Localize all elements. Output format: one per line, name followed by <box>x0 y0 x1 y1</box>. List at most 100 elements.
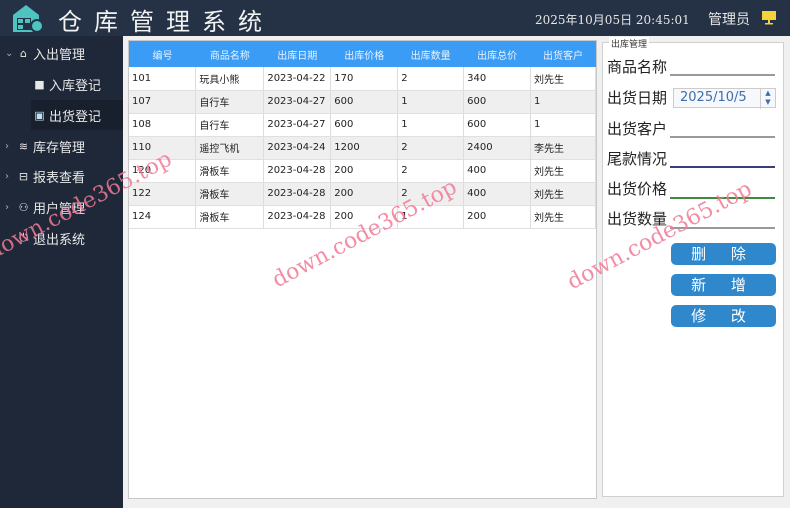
table-cell: 200 <box>330 205 399 229</box>
outbox-icon: ▣ <box>34 108 45 122</box>
sidebar-item-label: 库存管理 <box>33 140 86 156</box>
label-product-name: 商品名称 <box>607 58 668 76</box>
warehouse-logo-icon <box>13 5 44 33</box>
table-cell: 1 <box>530 113 596 137</box>
table-row[interactable]: 110 遥控飞机 2023-04-24 1200 2 2400 李先生 <box>129 136 596 160</box>
table-cell: 滑板车 <box>195 182 265 206</box>
sidebar-item-exit[interactable]: ⏻ 退出系统 <box>0 223 123 253</box>
sidebar-item-users[interactable]: › ⚇ 用户管理 <box>0 192 123 222</box>
sidebar-item-label: 出货登记 <box>49 109 102 125</box>
column-header[interactable]: 出库数量 <box>397 41 464 67</box>
table-cell: 2400 <box>463 136 532 160</box>
table-cell: 2 <box>397 67 465 91</box>
edit-button[interactable]: 修 改 <box>671 305 776 327</box>
table-cell: 刘先生 <box>530 205 596 229</box>
sidebar-item-inout[interactable]: ⌄ ⌂ 入出管理 <box>0 38 123 68</box>
label-ship-date: 出货日期 <box>607 89 668 107</box>
sidebar: ⌄ ⌂ 入出管理 ■ 入库登记 ▣ 出货登记 › ≋ 库存管理 › ⊟ 报表查看 › ⚇ 用户管理 … <box>0 36 123 508</box>
sidebar-item-label: 报表查看 <box>33 170 86 186</box>
table-cell: 340 <box>463 67 532 91</box>
box-icon: ■ <box>34 77 45 91</box>
table-cell: 1 <box>530 90 596 114</box>
table-cell: 滑板车 <box>195 205 265 229</box>
label-price: 出货价格 <box>607 180 668 198</box>
sidebar-item-label: 入库登记 <box>49 78 102 94</box>
table-cell: 600 <box>463 113 532 137</box>
table-cell: 2 <box>397 182 465 206</box>
table-cell: 600 <box>330 113 399 137</box>
table-row[interactable]: 124 滑板车 2023-04-28 200 1 200 刘先生 <box>129 205 596 229</box>
table-cell: 刘先生 <box>530 182 596 206</box>
table-cell: 遥控飞机 <box>195 136 265 160</box>
table-cell: 滑板车 <box>195 159 265 183</box>
balance-input[interactable] <box>670 150 775 168</box>
users-icon: ⚇ <box>18 200 29 214</box>
column-header[interactable]: 商品名称 <box>195 41 264 67</box>
chevron-right-icon: › <box>5 170 9 182</box>
user-name[interactable]: 管理员 <box>708 9 750 29</box>
sidebar-item-reports[interactable]: › ⊟ 报表查看 <box>0 161 123 191</box>
sidebar-item-outbound[interactable]: ▣ 出货登记 <box>31 100 123 130</box>
column-header[interactable]: 编号 <box>129 41 196 67</box>
table-cell: 122 <box>129 182 197 206</box>
table-cell: 2 <box>397 159 465 183</box>
table-cell: 2023-04-22 <box>263 67 332 91</box>
table-cell: 2023-04-27 <box>263 113 332 137</box>
table-row[interactable]: 122 滑板车 2023-04-28 200 2 400 刘先生 <box>129 182 596 206</box>
price-input[interactable] <box>670 181 775 199</box>
table-row[interactable]: 107 自行车 2023-04-27 600 1 600 1 <box>129 90 596 114</box>
table-cell: 2023-04-28 <box>263 159 332 183</box>
table-cell: 110 <box>129 136 197 160</box>
table-cell: 1 <box>397 205 465 229</box>
monitor-icon[interactable] <box>760 9 778 25</box>
app-title: 仓库管理系统 <box>58 8 274 36</box>
quantity-input[interactable] <box>670 211 775 229</box>
column-header[interactable]: 出库日期 <box>263 41 331 67</box>
column-header[interactable]: 出库总价 <box>463 41 531 67</box>
table-cell: 120 <box>129 159 197 183</box>
table-cell: 107 <box>129 90 197 114</box>
customer-input[interactable] <box>670 120 775 138</box>
table-cell: 170 <box>330 67 399 91</box>
outbound-form: 出库管理 商品名称 出货日期 2025/10/5 ▲ ▼ 出货客户 尾款情况 出货价… <box>602 37 784 497</box>
table-row[interactable]: 108 自行车 2023-04-27 600 1 600 1 <box>129 113 596 137</box>
table-cell: 2023-04-28 <box>263 205 332 229</box>
table-cell: 108 <box>129 113 197 137</box>
warehouse-icon: ⌂ <box>20 46 27 60</box>
table-cell: 1200 <box>330 136 399 160</box>
table-cell: 600 <box>463 90 532 114</box>
table-cell: 玩具小熊 <box>195 67 265 91</box>
ship-date-value: 2025/10/5 <box>680 90 747 105</box>
sidebar-item-label: 入出管理 <box>33 47 86 63</box>
add-button[interactable]: 新 增 <box>671 274 776 296</box>
table-cell: 124 <box>129 205 197 229</box>
table-row[interactable]: 120 滑板车 2023-04-28 200 2 400 刘先生 <box>129 159 596 183</box>
column-header[interactable]: 出货客户 <box>530 41 596 67</box>
column-header[interactable]: 出库价格 <box>330 41 398 67</box>
table-cell: 2023-04-28 <box>263 182 332 206</box>
table-cell: 2023-04-27 <box>263 90 332 114</box>
outbound-table-panel: 编号 商品名称 出库日期 出库价格 出库数量 出库总价 出货客户 101 玩具小熊 2023-0… <box>128 40 597 499</box>
report-icon: ⊟ <box>18 169 29 183</box>
chevron-right-icon: › <box>5 140 9 152</box>
datetime: 2025年10月05日 20:45:01 <box>535 13 690 27</box>
table-cell: 200 <box>330 182 399 206</box>
table-cell: 600 <box>330 90 399 114</box>
date-spinner[interactable]: ▲ ▼ <box>760 89 775 109</box>
chevron-right-icon: › <box>5 201 9 213</box>
header: 仓库管理系统 2025年10月05日 20:45:01 管理员 <box>0 0 790 36</box>
table-cell: 200 <box>330 159 399 183</box>
table-cell: 自行车 <box>195 90 265 114</box>
sidebar-item-inventory[interactable]: › ≋ 库存管理 <box>0 131 123 161</box>
sidebar-item-inbound[interactable]: ■ 入库登记 <box>0 69 123 99</box>
product-name-input[interactable] <box>670 58 775 76</box>
ship-date-picker[interactable]: 2025/10/5 ▲ ▼ <box>673 88 776 109</box>
table-cell: 200 <box>463 205 532 229</box>
power-icon: ⏻ <box>19 231 28 244</box>
table-cell: 2 <box>397 136 465 160</box>
label-customer: 出货客户 <box>607 120 668 138</box>
layers-icon: ≋ <box>18 139 29 153</box>
table-cell: 刘先生 <box>530 67 596 91</box>
delete-button[interactable]: 删 除 <box>671 243 776 265</box>
table-row[interactable]: 101 玩具小熊 2023-04-22 170 2 340 刘先生 <box>129 67 596 91</box>
